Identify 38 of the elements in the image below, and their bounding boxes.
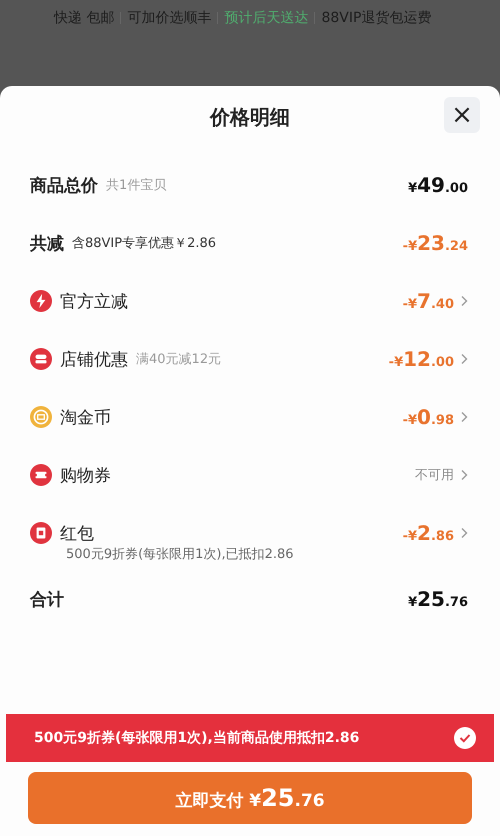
- chevron-icon[interactable]: [460, 295, 468, 307]
- envelope-icon: [30, 522, 52, 544]
- chevron-icon[interactable]: [460, 469, 468, 481]
- ticket-icon: [30, 464, 52, 486]
- price-amount: -¥0.98: [402, 405, 454, 429]
- price-amount: ¥49.00: [408, 173, 468, 197]
- shipping-info: 快递 包邮: [54, 10, 114, 26]
- price-amount: ¥25.76: [408, 587, 468, 611]
- shipping-info: 预计后天送达: [224, 10, 308, 26]
- row-label: 官方立减: [60, 290, 128, 312]
- row-detail: 500元9折券(每张限用1次),已抵扣2.86: [65, 546, 295, 563]
- chevron-icon[interactable]: [460, 411, 468, 423]
- lightning-icon: [30, 290, 52, 312]
- row-label: 合计: [30, 588, 64, 610]
- row-note: 满40元减12元: [136, 351, 222, 368]
- row-note: 含88VIP专享优惠￥2.86: [72, 235, 216, 252]
- chevron-icon[interactable]: [460, 527, 468, 539]
- coin-icon: [30, 406, 52, 428]
- price-amount: -¥12.00: [388, 347, 454, 371]
- chevron-icon[interactable]: [460, 353, 468, 365]
- shipping-info: 88VIP退货包运费: [321, 10, 432, 26]
- row-label: 购物券: [60, 464, 111, 486]
- shop-icon: [30, 348, 52, 370]
- row-label: 店铺优惠: [60, 348, 128, 370]
- banner-text: 500元9折券(每张限用1次),当前商品使用抵扣2.86: [34, 729, 360, 747]
- price-amount: -¥7.40: [402, 289, 454, 313]
- row-note: 共1件宝贝: [106, 177, 166, 194]
- close-button[interactable]: ×: [444, 97, 480, 133]
- price-amount: -¥2.86: [402, 521, 454, 545]
- row-label: 商品总价: [30, 174, 98, 196]
- row-label: 淘金币: [60, 406, 111, 428]
- sheet-title: 价格明细: [210, 104, 290, 130]
- row-label: 红包: [60, 522, 94, 544]
- status-text: 不可用: [415, 467, 454, 484]
- check-icon[interactable]: [454, 727, 476, 749]
- shipping-info: 可加价选顺丰: [127, 10, 212, 26]
- price-amount: -¥23.24: [402, 231, 468, 255]
- row-label: 共减: [30, 232, 64, 254]
